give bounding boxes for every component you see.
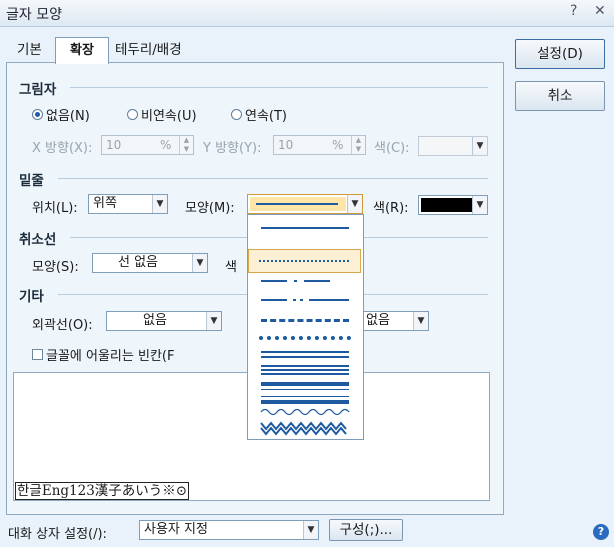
- spin-arrows-icon[interactable]: ▲ ▼: [179, 136, 193, 154]
- underline-position-label: 위치(L):: [32, 201, 78, 216]
- underline-position-value: 위쪽: [93, 196, 117, 211]
- tab-border-background[interactable]: 테두리/배경: [115, 39, 182, 61]
- selected-line-preview: [250, 197, 346, 211]
- line-style-dropdown[interactable]: [247, 214, 364, 440]
- fit-space-label[interactable]: 글꼴에 어울리는 빈칸(F: [46, 345, 174, 364]
- tab-extended[interactable]: 확장: [55, 37, 109, 64]
- underline-position-combo[interactable]: 위쪽 ▼: [88, 194, 168, 214]
- shadow-x-value: 10: [106, 138, 122, 152]
- chevron-down-icon[interactable]: ▼: [152, 195, 167, 213]
- shadow-continuous-radio[interactable]: [231, 109, 242, 120]
- shadow-discrete-label[interactable]: 비연속(U): [141, 105, 197, 124]
- title-bar: [0, 0, 614, 27]
- underline-color-combo[interactable]: ▼: [418, 195, 488, 215]
- shadow-y-value: 10: [278, 138, 294, 152]
- chevron-down-icon[interactable]: ▼: [413, 312, 428, 330]
- shadow-x-unit: %: [160, 138, 172, 152]
- color-swatch: [421, 198, 473, 212]
- underline-shape-combo[interactable]: ▼: [247, 194, 363, 214]
- strike-shape-label: 모양(S):: [32, 260, 79, 275]
- shadow-none-label[interactable]: 없음(N): [46, 105, 90, 124]
- config-button[interactable]: 구성(;)...: [329, 519, 403, 541]
- chevron-down-icon[interactable]: ▼: [206, 312, 221, 330]
- window-title: 글자 모양: [6, 7, 62, 23]
- strike-section-title: 취소선: [19, 232, 57, 248]
- chevron-down-icon[interactable]: ▼: [192, 254, 207, 272]
- underline-section-title: 밑줄: [19, 173, 44, 189]
- line-style-dotted[interactable]: [248, 249, 361, 273]
- ok-button[interactable]: 설정(D): [515, 39, 605, 69]
- underline-shape-label: 모양(M):: [185, 201, 235, 216]
- help-icon[interactable]: ?: [570, 3, 577, 19]
- shadow-color-label: 색(C):: [374, 141, 410, 156]
- etc-second-value: 없음: [366, 313, 390, 328]
- shadow-x-spinner[interactable]: 10 % ▲ ▼: [101, 135, 194, 155]
- strike-shape-combo[interactable]: 선 없음 ▼: [92, 253, 208, 273]
- shadow-y-unit: %: [332, 138, 344, 152]
- divider: [58, 178, 488, 179]
- chevron-down-icon[interactable]: ▼: [347, 195, 362, 213]
- cancel-button[interactable]: 취소: [515, 81, 605, 111]
- double-wave-line-icon: [260, 421, 347, 436]
- help-icon[interactable]: ?: [593, 524, 609, 540]
- close-icon[interactable]: ✕: [594, 3, 606, 19]
- shadow-color-combo[interactable]: ▼: [418, 136, 488, 156]
- underline-color-label: 색(R):: [373, 201, 409, 216]
- dialog-setting-value: 사용자 지정: [144, 522, 208, 537]
- shadow-y-label: Y 방향(Y):: [203, 141, 262, 156]
- line-style-double-wave[interactable]: [249, 415, 360, 437]
- dialog-setting-label: 대화 상자 설정(/):: [8, 527, 107, 542]
- shadow-continuous-label[interactable]: 연속(T): [245, 105, 287, 124]
- shadow-none-radio[interactable]: [32, 109, 43, 120]
- chevron-down-icon[interactable]: ▼: [472, 137, 487, 155]
- etc-section-title: 기타: [19, 289, 44, 305]
- shadow-discrete-radio[interactable]: [127, 109, 138, 120]
- preview-text: 한글Eng123漢子あいう※⊙: [15, 482, 190, 500]
- outline-value: 없음: [143, 313, 167, 328]
- divider: [70, 87, 488, 88]
- spin-arrows-icon[interactable]: ▲ ▼: [351, 136, 365, 154]
- outline-combo[interactable]: 없음 ▼: [106, 311, 222, 331]
- line-style-dash-dot-dot[interactable]: [249, 290, 360, 312]
- strike-color-label: 색: [225, 260, 237, 275]
- chevron-down-icon[interactable]: ▼: [472, 196, 487, 214]
- outline-label: 외곽선(O):: [32, 318, 93, 333]
- tab-basic[interactable]: 기본: [17, 39, 42, 61]
- shadow-section-title: 그림자: [19, 82, 57, 98]
- dialog-setting-combo[interactable]: 사용자 지정 ▼: [139, 520, 319, 540]
- shadow-x-label: X 방향(X):: [32, 141, 93, 156]
- strike-shape-value: 선 없음: [118, 255, 159, 270]
- shadow-y-spinner[interactable]: 10 % ▲ ▼: [273, 135, 366, 155]
- fit-space-checkbox[interactable]: [32, 349, 43, 360]
- line-style-solid[interactable]: [249, 217, 360, 239]
- chevron-down-icon[interactable]: ▼: [303, 521, 318, 539]
